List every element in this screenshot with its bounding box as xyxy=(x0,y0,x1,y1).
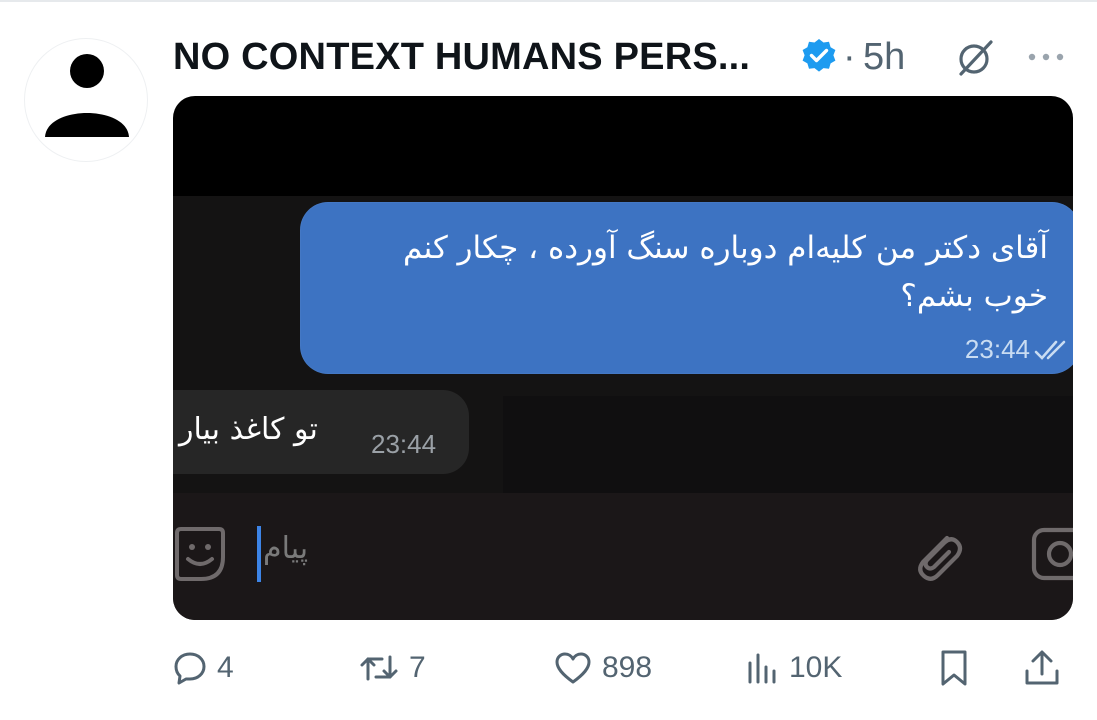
avatar[interactable] xyxy=(24,38,148,162)
message-input-bar: پیام xyxy=(173,493,1073,620)
read-receipt-icon xyxy=(1034,340,1066,360)
sticker-icon xyxy=(175,527,225,581)
reply-count: 4 xyxy=(217,651,234,684)
attach-icon xyxy=(918,535,963,581)
camera-icon xyxy=(1031,527,1073,581)
repost-button[interactable]: 7 xyxy=(359,638,426,698)
bookmark-button[interactable] xyxy=(937,638,981,698)
views-button[interactable]: 10K xyxy=(745,638,842,698)
author-name[interactable]: NO CONTEXT HUMANS PERS... xyxy=(173,36,750,79)
outgoing-message-text: آقای دکتر من کلیه‌ام دوباره سنگ آورده ، … xyxy=(402,230,1048,314)
like-count: 898 xyxy=(602,651,653,684)
like-button[interactable]: 898 xyxy=(554,638,652,698)
heart-icon xyxy=(555,652,591,684)
more-options-icon[interactable] xyxy=(1026,50,1066,64)
incoming-message-text: تو کاغذ بیار xyxy=(179,412,318,447)
verified-badge-icon xyxy=(802,39,836,72)
bookmark-icon xyxy=(941,650,967,686)
separator-dot: · xyxy=(843,36,856,78)
tweet-time[interactable]: 5h xyxy=(863,36,905,79)
share-icon xyxy=(1025,650,1059,685)
share-button[interactable] xyxy=(1023,638,1071,698)
outgoing-message-time: 23:44 xyxy=(964,334,1030,364)
outgoing-message-bubble: آقای دکتر من کلیه‌ام دوباره سنگ آورده ، … xyxy=(300,202,1073,374)
tweet-header: NO CONTEXT HUMANS PERS... · 5h xyxy=(173,30,1073,86)
tweet-actions: 4 7 898 10K xyxy=(173,638,1073,698)
reply-icon xyxy=(174,652,206,685)
default-profile-icon xyxy=(45,54,129,137)
text-cursor xyxy=(257,526,261,582)
grok-icon[interactable] xyxy=(953,36,997,80)
views-chart-icon xyxy=(748,653,776,684)
repost-icon xyxy=(360,655,398,681)
tweet-media-image[interactable]: آقای دکتر من کلیه‌ام دوباره سنگ آورده ، … xyxy=(173,96,1073,620)
reply-button[interactable]: 4 xyxy=(173,638,234,698)
views-count: 10K xyxy=(789,651,843,684)
incoming-message-bubble: تو کاغذ بیار 23:44 xyxy=(173,390,469,474)
message-input-placeholder: پیام xyxy=(263,531,309,566)
incoming-message-time: 23:44 xyxy=(371,429,437,459)
repost-count: 7 xyxy=(409,651,426,684)
top-divider xyxy=(0,0,1097,2)
